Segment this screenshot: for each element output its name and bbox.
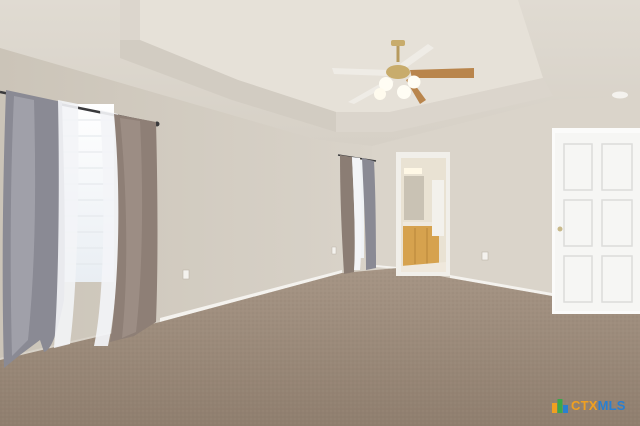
- bathroom-light: [404, 168, 422, 174]
- door-knob: [557, 226, 563, 232]
- bathroom-far-door: [432, 180, 444, 236]
- fan-light-2: [397, 85, 411, 99]
- listing-watermark: CTXMLS: [552, 394, 636, 416]
- fan-motor: [386, 65, 410, 79]
- bedroom-door: [555, 133, 640, 311]
- smoke-detector: [612, 91, 628, 99]
- watermark-logo-icon: [552, 399, 568, 413]
- watermark-brand-secondary: MLS: [597, 397, 626, 413]
- watermark-brand-primary: CTX: [571, 397, 598, 413]
- wall-outlet-left: [182, 269, 190, 280]
- fan-light-4: [374, 88, 386, 100]
- tray-rim-left: [120, 0, 140, 40]
- wall-outlet-back: [481, 251, 489, 261]
- wall-outlet-small: [331, 246, 337, 255]
- fan-light-3: [407, 75, 421, 89]
- room-scene: [0, 0, 640, 426]
- bathroom-mirror: [404, 176, 424, 220]
